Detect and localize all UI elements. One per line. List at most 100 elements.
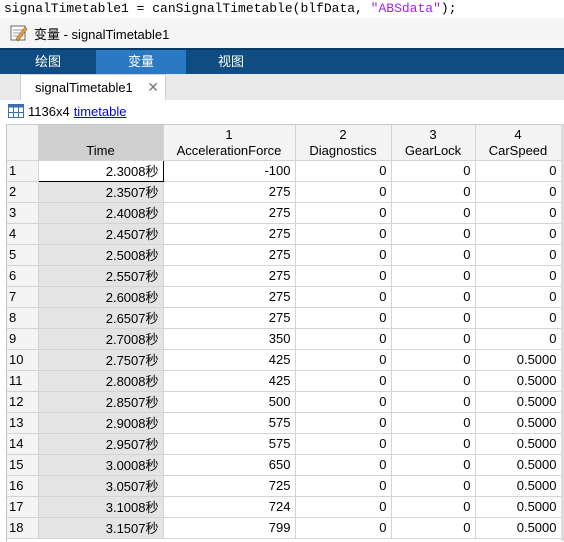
cell-gear-lock[interactable]: 0 (391, 160, 476, 182)
column-header-1[interactable]: 1 AccelerationForce (163, 125, 296, 161)
cell-diagnostics[interactable]: 0 (295, 307, 392, 329)
cell-diagnostics[interactable]: 0 (295, 349, 392, 371)
column-header-2[interactable]: 2 Diagnostics (295, 125, 392, 161)
row-number[interactable]: 12 (7, 391, 39, 413)
cell-gear-lock[interactable]: 0 (391, 286, 476, 308)
row-number[interactable]: 3 (7, 202, 39, 224)
cell-acceleration-force[interactable]: 799 (163, 517, 296, 539)
tab-view[interactable]: 视图 (186, 50, 276, 74)
cell-gear-lock[interactable]: 0 (391, 454, 476, 476)
cell-time[interactable]: 2.3008秒 (37, 159, 164, 182)
row-number[interactable]: 13 (7, 412, 39, 434)
cell-car-speed[interactable]: 0.5000 (475, 433, 562, 455)
cell-time[interactable]: 2.4008秒 (38, 202, 164, 224)
row-number[interactable]: 8 (7, 307, 39, 329)
cell-gear-lock[interactable]: 0 (391, 265, 476, 287)
cell-gear-lock[interactable]: 0 (391, 370, 476, 392)
tab-plots[interactable]: 绘图 (0, 50, 96, 74)
row-number[interactable]: 7 (7, 286, 39, 308)
cell-car-speed[interactable]: 0.5000 (475, 370, 562, 392)
cell-gear-lock[interactable]: 0 (391, 307, 476, 329)
cell-time[interactable]: 2.6507秒 (38, 307, 164, 329)
cell-acceleration-force[interactable]: 275 (163, 202, 296, 224)
cell-diagnostics[interactable]: 0 (295, 202, 392, 224)
cell-gear-lock[interactable]: 0 (391, 202, 476, 224)
row-number[interactable]: 15 (7, 454, 39, 476)
cell-time[interactable]: 2.5507秒 (38, 265, 164, 287)
column-header-3[interactable]: 3 GearLock (391, 125, 476, 161)
row-number[interactable]: 5 (7, 244, 39, 266)
cell-acceleration-force[interactable]: 275 (163, 181, 296, 203)
cell-time[interactable]: 2.7507秒 (38, 349, 164, 371)
row-number[interactable]: 2 (7, 181, 39, 203)
document-tab[interactable]: signalTimetable1 ✕ (20, 74, 166, 100)
variable-grid[interactable]: Time 1 AccelerationForce 2 Diagnostics 3 Ge… (6, 124, 564, 542)
cell-gear-lock[interactable]: 0 (391, 349, 476, 371)
column-header-4[interactable]: 4 CarSpeed (475, 125, 562, 161)
cell-car-speed[interactable]: 0 (475, 286, 562, 308)
cell-diagnostics[interactable]: 0 (295, 181, 392, 203)
cell-acceleration-force[interactable]: 275 (163, 307, 296, 329)
row-number[interactable]: 10 (7, 349, 39, 371)
cell-acceleration-force[interactable]: -100 (163, 160, 296, 182)
row-number[interactable]: 11 (7, 370, 39, 392)
cell-gear-lock[interactable]: 0 (391, 391, 476, 413)
cell-car-speed[interactable]: 0.5000 (475, 412, 562, 434)
cell-diagnostics[interactable]: 0 (295, 433, 392, 455)
cell-acceleration-force[interactable]: 575 (163, 433, 296, 455)
cell-gear-lock[interactable]: 0 (391, 223, 476, 245)
cell-diagnostics[interactable]: 0 (295, 286, 392, 308)
cell-acceleration-force[interactable]: 725 (163, 475, 296, 497)
cell-acceleration-force[interactable]: 275 (163, 223, 296, 245)
cell-acceleration-force[interactable]: 275 (163, 265, 296, 287)
cell-time[interactable]: 2.9008秒 (38, 412, 164, 434)
cell-time[interactable]: 3.1507秒 (38, 517, 164, 539)
cell-car-speed[interactable]: 0.5000 (475, 454, 562, 476)
cell-diagnostics[interactable]: 0 (295, 160, 392, 182)
cell-car-speed[interactable]: 0.5000 (475, 517, 562, 539)
row-number[interactable]: 14 (7, 433, 39, 455)
cell-acceleration-force[interactable]: 275 (163, 244, 296, 266)
cell-acceleration-force[interactable]: 575 (163, 412, 296, 434)
cell-time[interactable]: 3.0008秒 (38, 454, 164, 476)
cell-time[interactable]: 2.4507秒 (38, 223, 164, 245)
close-icon[interactable]: ✕ (147, 79, 159, 96)
cell-diagnostics[interactable]: 0 (295, 517, 392, 539)
column-header-time[interactable]: Time (38, 125, 164, 161)
cell-gear-lock[interactable]: 0 (391, 517, 476, 539)
cell-time[interactable]: 2.6008秒 (38, 286, 164, 308)
cell-car-speed[interactable]: 0 (475, 328, 562, 350)
cell-gear-lock[interactable]: 0 (391, 475, 476, 497)
cell-acceleration-force[interactable]: 425 (163, 349, 296, 371)
cell-time[interactable]: 2.9507秒 (38, 433, 164, 455)
cell-car-speed[interactable]: 0 (475, 160, 562, 182)
variable-type-link[interactable]: timetable (74, 104, 127, 119)
cell-car-speed[interactable]: 0.5000 (475, 496, 562, 518)
cell-diagnostics[interactable]: 0 (295, 475, 392, 497)
cell-diagnostics[interactable]: 0 (295, 328, 392, 350)
cell-diagnostics[interactable]: 0 (295, 412, 392, 434)
cell-diagnostics[interactable]: 0 (295, 370, 392, 392)
cell-acceleration-force[interactable]: 724 (163, 496, 296, 518)
cell-gear-lock[interactable]: 0 (391, 496, 476, 518)
cell-car-speed[interactable]: 0 (475, 265, 562, 287)
row-number[interactable]: 9 (7, 328, 39, 350)
cell-car-speed[interactable]: 0.5000 (475, 349, 562, 371)
cell-time[interactable]: 2.8507秒 (38, 391, 164, 413)
cell-diagnostics[interactable]: 0 (295, 496, 392, 518)
cell-time[interactable]: 3.0507秒 (38, 475, 164, 497)
row-number[interactable]: 4 (7, 223, 39, 245)
cell-time[interactable]: 3.1008秒 (38, 496, 164, 518)
row-number[interactable]: 17 (7, 496, 39, 518)
cell-time[interactable]: 2.3507秒 (38, 181, 164, 203)
row-number[interactable]: 16 (7, 475, 39, 497)
cell-diagnostics[interactable]: 0 (295, 454, 392, 476)
cell-acceleration-force[interactable]: 275 (163, 286, 296, 308)
cell-diagnostics[interactable]: 0 (295, 391, 392, 413)
tab-variable[interactable]: 变量 (96, 50, 186, 74)
cell-time[interactable]: 2.7008秒 (38, 328, 164, 350)
cell-diagnostics[interactable]: 0 (295, 265, 392, 287)
cell-acceleration-force[interactable]: 350 (163, 328, 296, 350)
cell-time[interactable]: 2.8008秒 (38, 370, 164, 392)
row-number[interactable]: 1 (7, 160, 39, 182)
